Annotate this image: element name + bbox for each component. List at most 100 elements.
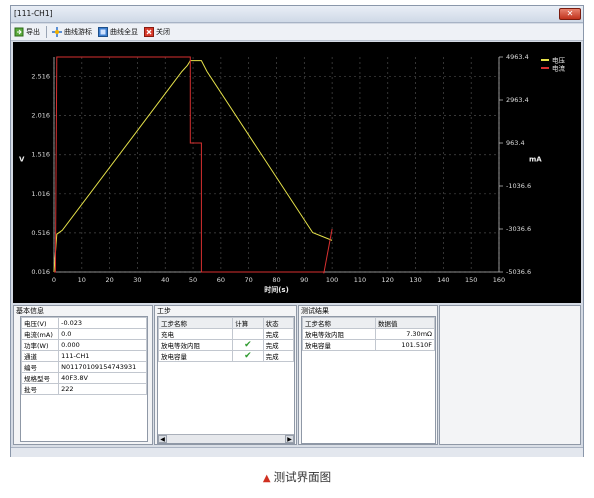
x-tick-label: 60: [217, 276, 225, 284]
close-button[interactable]: 关闭: [144, 25, 170, 39]
check-icon: ✔: [232, 339, 264, 351]
steps-row[interactable]: 充电 完成: [157, 328, 295, 340]
scroll-left-arrow-icon[interactable]: ◀: [158, 435, 167, 443]
window-title: [111-CH1]: [14, 9, 53, 18]
step-status: 完成: [262, 328, 295, 340]
x-tick-label: 130: [409, 276, 421, 284]
scroll-right-arrow-icon[interactable]: ▶: [285, 435, 294, 443]
y-left-axis-label: V: [19, 156, 25, 164]
crosshair-icon: [52, 27, 62, 37]
y-right-tick-label: -5036.6: [506, 268, 531, 276]
y-right-tick-label: -3036.6: [506, 225, 531, 233]
basic-info-label: 功率(W): [20, 339, 60, 351]
close-icon: [144, 27, 154, 37]
x-tick-label: 70: [245, 276, 253, 284]
result-name: 放电等效内阻: [302, 328, 376, 340]
curve-fullview-button[interactable]: 曲线全显: [98, 25, 138, 39]
caption-triangle-icon: ▲: [262, 473, 271, 484]
y-right-axis-label: mA: [529, 156, 542, 164]
steps-header-row: 工步名称 计算 状态: [157, 317, 295, 329]
basic-info-value: 111-CH1: [58, 350, 147, 362]
current-series-line: [54, 56, 333, 274]
export-icon: [14, 27, 24, 37]
status-bar: [11, 447, 583, 457]
step-name: 放电容量: [157, 350, 234, 362]
basic-info-label: 批号: [20, 383, 60, 395]
basic-info-label: 通道: [20, 350, 60, 362]
result-value: 7.30mΩ: [374, 328, 436, 340]
result-name: 放电容量: [302, 339, 376, 351]
x-tick-label: 100: [326, 276, 338, 284]
toolbar-separator: [46, 26, 47, 38]
basic-info-table: 电压(V) -0.023 电流(mA) 0.0 功率(W) 0.000 通道 111-CH1 编…: [20, 317, 147, 395]
basic-info-label: 电流(mA): [20, 328, 60, 340]
y-left-tick-label: 1.516: [31, 151, 50, 159]
voltage-current-chart[interactable]: 0 10 20 30 40 50 60 70 80 90 100 110 120 130 140 150 160…: [13, 42, 581, 303]
steps-row[interactable]: 放电容量 ✔ 完成: [157, 350, 295, 362]
results-title: 测试结果: [301, 307, 329, 315]
x-axis-label: 时间(s): [264, 285, 289, 294]
results-table: 工步名称 数据值 放电等效内阻 7.30mΩ 放电容量 101.510F: [302, 317, 436, 351]
figure-caption: ▲ 测试界面图: [0, 469, 594, 485]
steps-horizontal-scrollbar[interactable]: ◀ ▶: [158, 434, 294, 443]
step-status: 完成: [262, 339, 295, 351]
info-panels: 基本信息 电压(V) -0.023 电流(mA) 0.0 功率(W) 0.000 通道 111…: [13, 305, 581, 447]
steps-row[interactable]: 放电等效内阻 ✔ 完成: [157, 339, 295, 351]
basic-info-row: 电流(mA) 0.0: [20, 328, 147, 340]
x-tick-label: 10: [78, 276, 86, 284]
basic-info-row: 功率(W) 0.000: [20, 339, 147, 351]
x-tick-label: 30: [133, 276, 141, 284]
results-row[interactable]: 放电容量 101.510F: [302, 339, 436, 351]
x-tick-label: 50: [189, 276, 197, 284]
step-name: 充电: [157, 328, 234, 340]
step-status: 完成: [262, 350, 295, 362]
x-tick-label: 90: [300, 276, 308, 284]
basic-info-row: 批号 222: [20, 383, 147, 395]
title-bar: [111-CH1] ✕: [11, 6, 583, 23]
basic-info-value: N01170109154743931: [58, 361, 147, 373]
basic-info-value: 40F3.8V: [58, 372, 147, 384]
x-tick-label: 0: [52, 276, 56, 284]
close-label: 关闭: [156, 28, 170, 36]
x-tick-label: 80: [272, 276, 280, 284]
export-button[interactable]: 导出: [14, 25, 40, 39]
basic-info-value: 0.0: [58, 328, 147, 340]
empty-panel: [439, 305, 581, 445]
x-tick-label: 120: [382, 276, 394, 284]
basic-info-panel: 基本信息 电压(V) -0.023 电流(mA) 0.0 功率(W) 0.000 通道 111…: [13, 305, 153, 445]
y-right-tick-label: 4963.4: [506, 53, 529, 61]
y-left-tick-label: 2.016: [31, 112, 50, 120]
y-left-tick-label: 1.016: [31, 190, 50, 198]
basic-info-title: 基本信息: [16, 307, 44, 315]
window-close-button[interactable]: ✕: [559, 8, 581, 20]
legend-label: 电流: [552, 64, 566, 73]
results-row[interactable]: 放电等效内阻 7.30mΩ: [302, 328, 436, 340]
steps-panel: 工步 工步名称 计算 状态 充电 完成 放电等效内阻 ✔ 完成 放电容量 ✔ 完成 ◀ ▶: [154, 305, 297, 445]
x-tick-label: 140: [437, 276, 449, 284]
basic-info-row: 编号 N01170109154743931: [20, 361, 147, 373]
results-header-row: 工步名称 数据值: [302, 317, 436, 329]
toolbar: 导出 曲线游标 曲线全显 关闭: [11, 24, 583, 41]
results-grid: 工步名称 数据值 放电等效内阻 7.30mΩ 放电容量 101.510F: [301, 316, 436, 444]
curve-cursor-button[interactable]: 曲线游标: [52, 25, 92, 39]
steps-table: 工步名称 计算 状态 充电 完成 放电等效内阻 ✔ 完成 放电容量 ✔ 完成: [157, 317, 295, 362]
curve-fullview-label: 曲线全显: [110, 28, 138, 36]
x-tick-label: 110: [354, 276, 366, 284]
basic-info-row: 电压(V) -0.023: [20, 317, 147, 329]
basic-info-row: 通道 111-CH1: [20, 350, 147, 362]
check-icon: ✔: [232, 350, 264, 362]
results-column-header: 工步名称: [302, 317, 376, 329]
steps-column-header: 状态: [262, 317, 295, 329]
chart-svg: 0 10 20 30 40 50 60 70 80 90 100 110 120 130 140 150 160…: [19, 53, 566, 294]
results-column-header: 数据值: [374, 317, 436, 329]
basic-info-label: 编号: [20, 361, 60, 373]
step-calc: [232, 328, 264, 340]
basic-info-value: 222: [58, 383, 147, 395]
basic-info-row: 规格型号 40F3.8V: [20, 372, 147, 384]
x-tick-label: 40: [161, 276, 169, 284]
x-tick-label: 160: [493, 276, 505, 284]
y-right-tick-label: -1036.6: [506, 182, 531, 190]
steps-column-header: 工步名称: [157, 317, 234, 329]
x-tick-label: 150: [465, 276, 477, 284]
caption-text: 测试界面图: [273, 470, 332, 484]
